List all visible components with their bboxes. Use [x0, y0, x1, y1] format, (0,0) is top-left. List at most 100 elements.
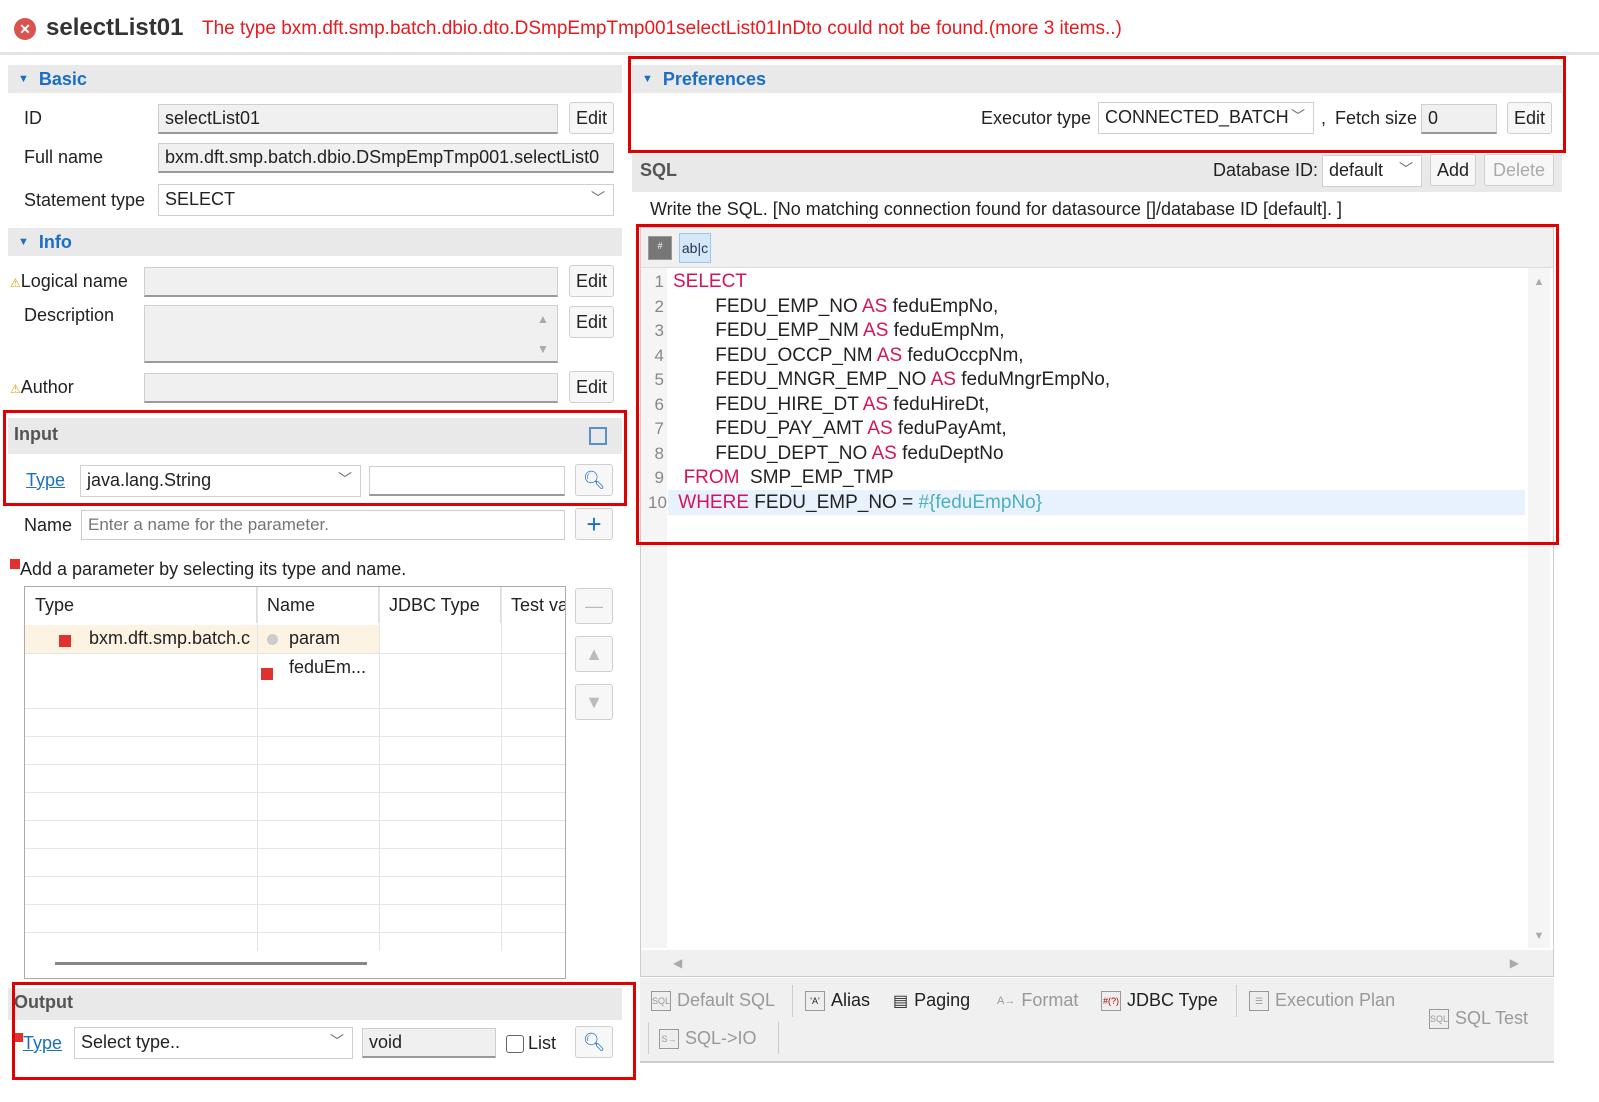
sql-io-icon: S→ [659, 1028, 679, 1049]
move-down-button[interactable]: ▼ [575, 684, 613, 720]
toolbar-divider [648, 1022, 649, 1054]
table-row[interactable]: bxm.dft.smp.batch.c param [25, 625, 379, 653]
author-field[interactable] [144, 373, 558, 403]
row-name: param [289, 628, 341, 648]
highlight-preferences [628, 56, 1566, 153]
execution-plan-button[interactable]: ☰ Execution Plan [1249, 990, 1395, 1011]
button-label: Execution Plan [1275, 990, 1396, 1010]
execution-plan-icon: ☰ [1249, 990, 1269, 1011]
error-icon [59, 635, 71, 647]
database-id-select[interactable]: default ﹀ [1322, 155, 1422, 187]
button-label: Default SQL [677, 990, 776, 1010]
column-header[interactable]: Type [25, 587, 257, 623]
param-table[interactable]: Type Name JDBC Type Test va bxm.dft.smp.… [24, 586, 566, 979]
row-type: bxm.dft.smp.batch.c [89, 628, 251, 648]
col-divider [257, 587, 258, 951]
statement-type-label: Statement type [24, 190, 146, 210]
button-label: SQL->IO [685, 1028, 757, 1048]
collapse-icon: ▼ [18, 73, 29, 85]
statement-type-value: SELECT [165, 189, 236, 209]
paging-button[interactable]: ▤ Paging [893, 990, 970, 1011]
description-field[interactable] [144, 305, 558, 363]
default-sql-button[interactable]: SQL Default SQL [651, 990, 775, 1011]
warning-icon: ⚠ [10, 276, 21, 290]
row-name: feduEm... [289, 657, 367, 677]
column-header[interactable]: Test va [501, 587, 565, 623]
id-label: ID [24, 108, 42, 128]
col-divider [379, 587, 380, 951]
warning-icon: ⚠ [10, 382, 21, 396]
section-label: Info [38, 231, 72, 252]
database-id-value: default [1329, 160, 1384, 180]
column-header[interactable]: JDBC Type [379, 587, 501, 623]
error-icon [10, 559, 20, 569]
column-header[interactable]: Name [257, 587, 379, 623]
edit-description-button[interactable]: Edit [569, 306, 614, 338]
button-label: SQL Test [1455, 1008, 1529, 1028]
button-label: Alias [831, 990, 871, 1010]
author-label: ⚠Author [10, 377, 74, 398]
section-sql [632, 154, 1562, 192]
param-name-input[interactable] [81, 510, 565, 540]
toolbar-divider [778, 1022, 779, 1054]
scroll-down-icon[interactable]: ▼ [537, 342, 549, 356]
remove-param-button[interactable]: — [575, 588, 613, 624]
input-hint: Add a parameter by selecting its type an… [10, 559, 406, 580]
database-id-label: Database ID: [1213, 160, 1319, 180]
section-label: Basic [38, 68, 87, 89]
col-divider [501, 587, 502, 951]
table-grid [25, 681, 565, 951]
chevron-down-icon: ﹀ [591, 190, 605, 206]
label-text: Author [20, 377, 74, 397]
header-divider [0, 52, 1599, 55]
section-basic[interactable]: ▼ Basic [8, 65, 622, 93]
full-name-field[interactable]: bxm.dft.smp.batch.dbio.DSmpEmpTmp001.sel… [158, 143, 614, 173]
highlight-sql-editor [636, 224, 1559, 545]
sql-test-icon: SQL [1429, 1008, 1449, 1029]
edit-author-button[interactable]: Edit [569, 371, 614, 403]
sql-io-button[interactable]: S→ SQL->IO [659, 1028, 757, 1049]
horizontal-scrollbar[interactable]: ◀ ▶ [641, 950, 1553, 976]
description-label: Description [24, 305, 115, 325]
button-label: Format [1021, 990, 1079, 1010]
highlight-input [3, 410, 627, 506]
chevron-down-icon: ﹀ [1399, 161, 1413, 177]
button-label: Paging [914, 990, 971, 1010]
error-icon: ✕ [14, 18, 36, 40]
radio-icon [267, 634, 278, 645]
table-row[interactable]: feduEm... [25, 653, 565, 681]
full-name-label: Full name [24, 147, 104, 167]
horizontal-scrollbar[interactable] [55, 962, 367, 965]
toolbar-divider [792, 985, 793, 1017]
label-text: Logical name [20, 271, 128, 291]
toolbar-divider [1236, 985, 1237, 1017]
highlight-output [12, 982, 636, 1080]
sql-title: SQL [640, 160, 678, 180]
logical-name-field[interactable] [144, 267, 558, 297]
table-header: Type Name JDBC Type Test va [25, 587, 565, 623]
scroll-up-icon[interactable]: ▲ [537, 312, 549, 326]
collapse-icon: ▼ [18, 236, 29, 248]
sql-message: Write the SQL. [No matching connection f… [650, 199, 1343, 219]
edit-logical-name-button[interactable]: Edit [569, 265, 614, 297]
error-message[interactable]: The type bxm.dft.smp.batch.dbio.dto.DSmp… [202, 18, 1122, 40]
page-title: selectList01 [46, 14, 184, 41]
add-param-button[interactable]: + [575, 508, 613, 540]
jdbc-icon: #(?) [1101, 990, 1121, 1011]
param-name-label: Name [24, 515, 73, 535]
move-up-button[interactable]: ▲ [575, 636, 613, 672]
alias-icon: 'A' [805, 990, 825, 1011]
format-button[interactable]: A→ Format [997, 990, 1078, 1011]
logical-name-label: ⚠Logical name [10, 271, 128, 292]
statement-type-select[interactable]: SELECT ﹀ [158, 184, 614, 216]
id-field[interactable]: selectList01 [158, 104, 558, 134]
add-sql-button[interactable]: Add [1430, 154, 1476, 186]
edit-id-button[interactable]: Edit [569, 102, 614, 134]
error-icon [261, 668, 273, 680]
jdbc-type-button[interactable]: #(?) JDBC Type [1101, 990, 1218, 1011]
alias-button[interactable]: 'A' Alias [805, 990, 870, 1011]
section-info[interactable]: ▼ Info [8, 228, 622, 256]
sql-test-button[interactable]: SQL SQL Test [1429, 1008, 1528, 1029]
delete-sql-button[interactable]: Delete [1484, 154, 1554, 186]
format-icon: A→ [997, 994, 1016, 1007]
